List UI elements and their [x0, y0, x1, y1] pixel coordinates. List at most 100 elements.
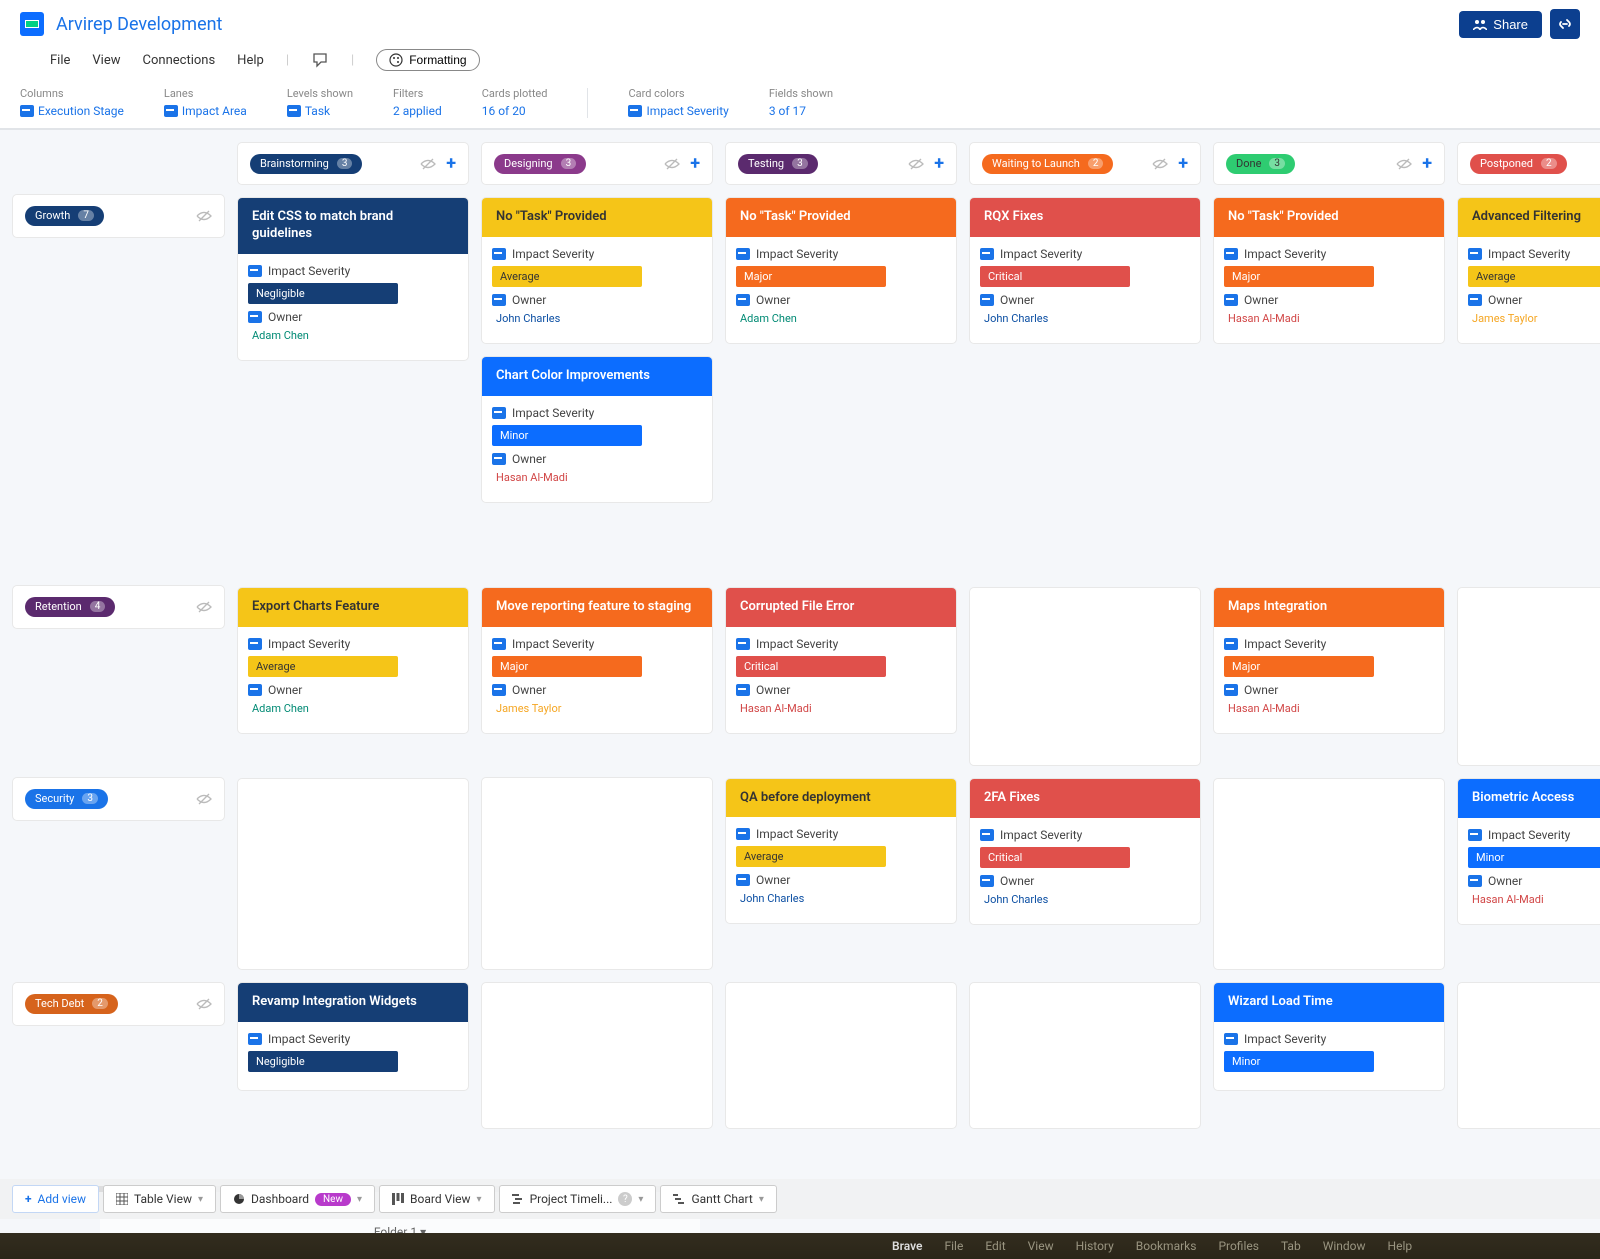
board-cell[interactable]: Edit CSS to match brand guidelines Impac… — [237, 197, 469, 575]
add-card-icon[interactable]: + — [446, 153, 456, 174]
lane-header[interactable]: Tech Debt2 — [12, 982, 225, 1026]
kanban-card[interactable]: QA before deployment Impact Severity Ave… — [725, 778, 957, 925]
board-cell-empty[interactable] — [237, 778, 469, 971]
hide-icon[interactable] — [420, 157, 436, 171]
kanban-card[interactable]: Maps Integration Impact Severity Major O… — [1213, 587, 1445, 734]
hide-icon[interactable] — [1396, 157, 1412, 171]
menu-help[interactable]: Help — [237, 53, 264, 68]
config-fields[interactable]: Fields shown 3 of 17 — [769, 87, 833, 118]
config-lanes[interactable]: Lanes Impact Area — [164, 87, 247, 118]
formatting-button[interactable]: Formatting — [376, 49, 479, 71]
add-card-icon[interactable]: + — [1422, 153, 1432, 174]
os-menu-history[interactable]: History — [1076, 1239, 1114, 1253]
board-cell-empty[interactable] — [481, 982, 713, 1129]
comment-icon[interactable] — [311, 51, 329, 69]
board-cell[interactable]: No "Task" Provided Impact Severity Major… — [725, 197, 957, 575]
os-menu-view[interactable]: View — [1028, 1239, 1054, 1253]
config-colors[interactable]: Card colors Impact Severity — [628, 87, 728, 118]
add-card-icon[interactable]: + — [1178, 153, 1188, 174]
board-cell[interactable]: Advanced Filtering Impact Severity Avera… — [1457, 197, 1600, 575]
os-menu-file[interactable]: File — [944, 1239, 963, 1253]
kanban-card[interactable]: RQX Fixes Impact Severity Critical Owner… — [969, 197, 1201, 344]
menu-view[interactable]: View — [92, 53, 120, 68]
kanban-card[interactable]: 2FA Fixes Impact Severity Critical Owner… — [969, 778, 1201, 925]
board-cell[interactable]: Revamp Integration Widgets Impact Severi… — [237, 982, 469, 1129]
chevron-down-icon[interactable]: ▾ — [357, 1194, 362, 1205]
board-cell[interactable]: QA before deployment Impact Severity Ave… — [725, 778, 957, 971]
config-columns[interactable]: Columns Execution Stage — [20, 87, 124, 118]
chevron-down-icon[interactable]: ▾ — [759, 1194, 764, 1205]
os-menu-tab[interactable]: Tab — [1281, 1239, 1301, 1253]
tab-gantt-chart[interactable]: Gantt Chart▾ — [660, 1185, 776, 1213]
column-header[interactable]: Waiting to Launch2 + — [969, 142, 1201, 185]
menu-file[interactable]: File — [50, 53, 70, 68]
lane-header[interactable]: Retention4 — [12, 585, 225, 629]
tab-project-timeline[interactable]: Project Timeli...?▾ — [499, 1185, 657, 1213]
tab-table-view[interactable]: Table View▾ — [103, 1185, 216, 1213]
add-view-button[interactable]: +Add view — [12, 1185, 99, 1213]
add-card-icon[interactable]: + — [934, 153, 944, 174]
kanban-card[interactable]: Biometric Access Impact Severity Minor O… — [1457, 778, 1600, 925]
board-cell[interactable]: Move reporting feature to staging Impact… — [481, 587, 713, 766]
hide-icon[interactable] — [196, 792, 212, 806]
column-header[interactable]: Postponed2 + — [1457, 142, 1600, 185]
config-plotted[interactable]: Cards plotted 16 of 20 — [482, 87, 548, 118]
board-cell[interactable]: Export Charts Feature Impact Severity Av… — [237, 587, 469, 766]
kanban-card[interactable]: Export Charts Feature Impact Severity Av… — [237, 587, 469, 734]
hide-icon[interactable] — [196, 997, 212, 1011]
board-cell-empty[interactable] — [969, 587, 1201, 766]
copy-link-button[interactable] — [1550, 9, 1580, 39]
board-cell-empty[interactable] — [1213, 778, 1445, 971]
hide-icon[interactable] — [196, 209, 212, 223]
config-filters[interactable]: Filters 2 applied — [393, 87, 442, 118]
os-menu-help[interactable]: Help — [1388, 1239, 1413, 1253]
os-app-name[interactable]: Brave — [892, 1239, 922, 1253]
board-cell[interactable]: Wizard Load Time Impact Severity Minor — [1213, 982, 1445, 1129]
kanban-card[interactable]: Move reporting feature to staging Impact… — [481, 587, 713, 734]
board-cell[interactable]: No "Task" Provided Impact Severity Major… — [1213, 197, 1445, 575]
lane-header[interactable]: Security3 — [12, 777, 225, 821]
config-levels[interactable]: Levels shown Task — [287, 87, 353, 118]
board-cell-empty[interactable] — [481, 777, 713, 970]
board-cell[interactable]: No "Task" Provided Impact Severity Avera… — [481, 197, 713, 575]
board-cell[interactable]: Biometric Access Impact Severity Minor O… — [1457, 778, 1600, 971]
column-header[interactable]: Done3 + — [1213, 142, 1445, 185]
kanban-card[interactable]: No "Task" Provided Impact Severity Major… — [725, 197, 957, 344]
column-header[interactable]: Testing3 + — [725, 142, 957, 185]
chevron-down-icon[interactable]: ▾ — [198, 1194, 203, 1205]
kanban-card[interactable]: Revamp Integration Widgets Impact Severi… — [237, 982, 469, 1091]
chevron-down-icon[interactable]: ▾ — [477, 1194, 482, 1205]
kanban-card[interactable]: Wizard Load Time Impact Severity Minor — [1213, 982, 1445, 1091]
board-cell-empty[interactable] — [725, 982, 957, 1129]
hide-icon[interactable] — [1152, 157, 1168, 171]
lane-header[interactable]: Growth7 — [12, 194, 225, 238]
kanban-card[interactable]: Chart Color Improvements Impact Severity… — [481, 356, 713, 503]
board-cell[interactable]: Maps Integration Impact Severity Major O… — [1213, 587, 1445, 766]
hide-icon[interactable] — [196, 600, 212, 614]
add-card-icon[interactable]: + — [690, 153, 700, 174]
help-icon[interactable]: ? — [618, 1192, 632, 1206]
os-menu-bookmarks[interactable]: Bookmarks — [1136, 1239, 1197, 1253]
tab-board-view[interactable]: Board View▾ — [379, 1185, 495, 1213]
board-cell[interactable]: RQX Fixes Impact Severity Critical Owner… — [969, 197, 1201, 575]
board-cell-empty[interactable] — [1457, 982, 1600, 1129]
os-menu-edit[interactable]: Edit — [985, 1239, 1005, 1253]
tab-dashboard[interactable]: DashboardNew▾ — [220, 1185, 375, 1213]
share-button[interactable]: Share — [1459, 11, 1542, 38]
kanban-card[interactable]: No "Task" Provided Impact Severity Major… — [1213, 197, 1445, 344]
chevron-down-icon[interactable]: ▾ — [638, 1194, 643, 1205]
column-header[interactable]: Brainstorming3 + — [237, 142, 469, 185]
menu-connections[interactable]: Connections — [143, 53, 216, 68]
os-menu-window[interactable]: Window — [1323, 1239, 1366, 1253]
kanban-card[interactable]: No "Task" Provided Impact Severity Avera… — [481, 197, 713, 344]
board-cell[interactable]: Corrupted File Error Impact Severity Cri… — [725, 587, 957, 766]
hide-icon[interactable] — [664, 157, 680, 171]
kanban-card[interactable]: Advanced Filtering Impact Severity Avera… — [1457, 197, 1600, 344]
os-menu-profiles[interactable]: Profiles — [1218, 1239, 1259, 1253]
kanban-card[interactable]: Edit CSS to match brand guidelines Impac… — [237, 197, 469, 361]
board-cell-empty[interactable] — [969, 982, 1201, 1129]
kanban-card[interactable]: Corrupted File Error Impact Severity Cri… — [725, 587, 957, 734]
board-cell-empty[interactable] — [1457, 587, 1600, 766]
board-cell[interactable]: 2FA Fixes Impact Severity Critical Owner… — [969, 778, 1201, 971]
column-header[interactable]: Designing3 + — [481, 142, 713, 185]
